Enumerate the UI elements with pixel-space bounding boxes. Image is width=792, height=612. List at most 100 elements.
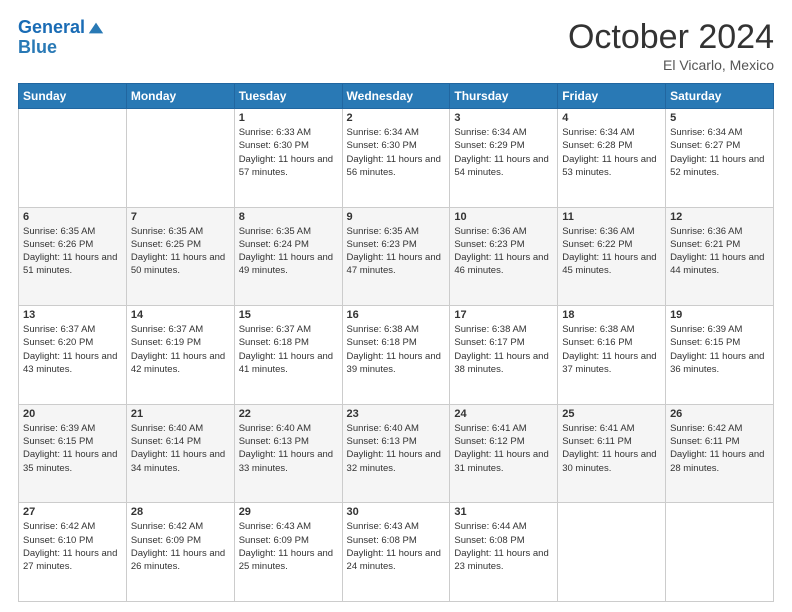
location: El Vicarlo, Mexico xyxy=(568,57,774,73)
calendar-week-1: 1 Sunrise: 6:33 AMSunset: 6:30 PMDaylight… xyxy=(19,109,774,208)
logo-text: General xyxy=(18,18,85,38)
weekday-header-sunday: Sunday xyxy=(19,84,127,109)
day-info: Sunrise: 6:42 AMSunset: 6:10 PMDaylight:… xyxy=(23,520,122,573)
month-title: October 2024 xyxy=(568,18,774,57)
weekday-header-friday: Friday xyxy=(558,84,666,109)
day-number: 20 xyxy=(23,408,122,420)
calendar-cell: 14 Sunrise: 6:37 AMSunset: 6:19 PMDayligh… xyxy=(126,306,234,405)
calendar-cell: 9 Sunrise: 6:35 AMSunset: 6:23 PMDaylight… xyxy=(342,207,450,306)
calendar-week-3: 13Sunrise: 6:37 AMSunset: 6:20 PMDayligh… xyxy=(19,306,774,405)
calendar-cell: 15 Sunrise: 6:37 AMSunset: 6:18 PMDayligh… xyxy=(234,306,342,405)
day-number: 14 xyxy=(131,309,230,321)
day-number: 12 xyxy=(670,211,769,223)
day-info: Sunrise: 6:40 AMSunset: 6:13 PMDaylight:… xyxy=(239,422,338,475)
calendar-week-4: 20Sunrise: 6:39 AMSunset: 6:15 PMDayligh… xyxy=(19,404,774,503)
day-info: Sunrise: 6:34 AMSunset: 6:30 PMDaylight:… xyxy=(347,126,446,179)
calendar-header-row: SundayMondayTuesdayWednesdayThursdayFrid… xyxy=(19,84,774,109)
title-block: October 2024 El Vicarlo, Mexico xyxy=(568,18,774,73)
day-info: Sunrise: 6:44 AMSunset: 6:08 PMDaylight:… xyxy=(454,520,553,573)
day-info: Sunrise: 6:38 AMSunset: 6:16 PMDaylight:… xyxy=(562,323,661,376)
calendar-cell: 20Sunrise: 6:39 AMSunset: 6:15 PMDayligh… xyxy=(19,404,127,503)
day-info: Sunrise: 6:37 AMSunset: 6:18 PMDaylight:… xyxy=(239,323,338,376)
calendar-cell xyxy=(558,503,666,602)
day-info: Sunrise: 6:33 AMSunset: 6:30 PMDaylight:… xyxy=(239,126,338,179)
weekday-header-tuesday: Tuesday xyxy=(234,84,342,109)
calendar-cell: 28 Sunrise: 6:42 AMSunset: 6:09 PMDayligh… xyxy=(126,503,234,602)
calendar-cell: 12 Sunrise: 6:36 AMSunset: 6:21 PMDayligh… xyxy=(666,207,774,306)
day-number: 18 xyxy=(562,309,661,321)
day-info: Sunrise: 6:42 AMSunset: 6:09 PMDaylight:… xyxy=(131,520,230,573)
day-number: 15 xyxy=(239,309,338,321)
calendar-cell xyxy=(666,503,774,602)
weekday-header-thursday: Thursday xyxy=(450,84,558,109)
day-info: Sunrise: 6:36 AMSunset: 6:21 PMDaylight:… xyxy=(670,225,769,278)
day-number: 7 xyxy=(131,211,230,223)
day-info: Sunrise: 6:36 AMSunset: 6:23 PMDaylight:… xyxy=(454,225,553,278)
day-info: Sunrise: 6:41 AMSunset: 6:12 PMDaylight:… xyxy=(454,422,553,475)
day-number: 25 xyxy=(562,408,661,420)
day-number: 10 xyxy=(454,211,553,223)
day-number: 3 xyxy=(454,112,553,124)
day-number: 30 xyxy=(347,506,446,518)
day-number: 4 xyxy=(562,112,661,124)
day-number: 9 xyxy=(347,211,446,223)
day-number: 2 xyxy=(347,112,446,124)
calendar-table: SundayMondayTuesdayWednesdayThursdayFrid… xyxy=(18,83,774,602)
calendar-cell: 13Sunrise: 6:37 AMSunset: 6:20 PMDayligh… xyxy=(19,306,127,405)
day-number: 1 xyxy=(239,112,338,124)
day-number: 23 xyxy=(347,408,446,420)
calendar-cell: 30 Sunrise: 6:43 AMSunset: 6:08 PMDayligh… xyxy=(342,503,450,602)
day-info: Sunrise: 6:37 AMSunset: 6:19 PMDaylight:… xyxy=(131,323,230,376)
day-info: Sunrise: 6:37 AMSunset: 6:20 PMDaylight:… xyxy=(23,323,122,376)
day-info: Sunrise: 6:41 AMSunset: 6:11 PMDaylight:… xyxy=(562,422,661,475)
day-number: 26 xyxy=(670,408,769,420)
day-number: 16 xyxy=(347,309,446,321)
day-info: Sunrise: 6:40 AMSunset: 6:13 PMDaylight:… xyxy=(347,422,446,475)
day-number: 27 xyxy=(23,506,122,518)
calendar-cell: 17 Sunrise: 6:38 AMSunset: 6:17 PMDayligh… xyxy=(450,306,558,405)
day-number: 17 xyxy=(454,309,553,321)
day-info: Sunrise: 6:34 AMSunset: 6:28 PMDaylight:… xyxy=(562,126,661,179)
logo-text-blue: Blue xyxy=(18,38,105,58)
calendar-week-5: 27 Sunrise: 6:42 AMSunset: 6:10 PMDayligh… xyxy=(19,503,774,602)
day-info: Sunrise: 6:35 AMSunset: 6:24 PMDaylight:… xyxy=(239,225,338,278)
calendar-cell: 29 Sunrise: 6:43 AMSunset: 6:09 PMDayligh… xyxy=(234,503,342,602)
day-number: 21 xyxy=(131,408,230,420)
calendar-cell: 22 Sunrise: 6:40 AMSunset: 6:13 PMDayligh… xyxy=(234,404,342,503)
calendar-cell: 26 Sunrise: 6:42 AMSunset: 6:11 PMDayligh… xyxy=(666,404,774,503)
day-info: Sunrise: 6:38 AMSunset: 6:17 PMDaylight:… xyxy=(454,323,553,376)
calendar-cell xyxy=(126,109,234,208)
logo: General Blue xyxy=(18,18,105,58)
calendar-cell: 8 Sunrise: 6:35 AMSunset: 6:24 PMDaylight… xyxy=(234,207,342,306)
calendar-cell: 25 Sunrise: 6:41 AMSunset: 6:11 PMDayligh… xyxy=(558,404,666,503)
day-info: Sunrise: 6:34 AMSunset: 6:29 PMDaylight:… xyxy=(454,126,553,179)
day-number: 22 xyxy=(239,408,338,420)
weekday-header-wednesday: Wednesday xyxy=(342,84,450,109)
day-info: Sunrise: 6:42 AMSunset: 6:11 PMDaylight:… xyxy=(670,422,769,475)
day-info: Sunrise: 6:35 AMSunset: 6:26 PMDaylight:… xyxy=(23,225,122,278)
logo-icon xyxy=(87,19,105,37)
day-info: Sunrise: 6:39 AMSunset: 6:15 PMDaylight:… xyxy=(670,323,769,376)
calendar-cell: 2 Sunrise: 6:34 AMSunset: 6:30 PMDaylight… xyxy=(342,109,450,208)
day-info: Sunrise: 6:43 AMSunset: 6:09 PMDaylight:… xyxy=(239,520,338,573)
day-info: Sunrise: 6:36 AMSunset: 6:22 PMDaylight:… xyxy=(562,225,661,278)
day-number: 31 xyxy=(454,506,553,518)
day-info: Sunrise: 6:43 AMSunset: 6:08 PMDaylight:… xyxy=(347,520,446,573)
day-number: 6 xyxy=(23,211,122,223)
calendar-cell: 31 Sunrise: 6:44 AMSunset: 6:08 PMDayligh… xyxy=(450,503,558,602)
calendar-cell: 10 Sunrise: 6:36 AMSunset: 6:23 PMDayligh… xyxy=(450,207,558,306)
day-number: 28 xyxy=(131,506,230,518)
day-number: 8 xyxy=(239,211,338,223)
day-info: Sunrise: 6:38 AMSunset: 6:18 PMDaylight:… xyxy=(347,323,446,376)
calendar-cell: 18 Sunrise: 6:38 AMSunset: 6:16 PMDayligh… xyxy=(558,306,666,405)
calendar-cell xyxy=(19,109,127,208)
page: General Blue October 2024 El Vicarlo, Me… xyxy=(0,0,792,612)
calendar-cell: 11Sunrise: 6:36 AMSunset: 6:22 PMDayligh… xyxy=(558,207,666,306)
day-info: Sunrise: 6:35 AMSunset: 6:23 PMDaylight:… xyxy=(347,225,446,278)
header: General Blue October 2024 El Vicarlo, Me… xyxy=(18,18,774,73)
calendar-cell: 3 Sunrise: 6:34 AMSunset: 6:29 PMDaylight… xyxy=(450,109,558,208)
day-number: 29 xyxy=(239,506,338,518)
calendar-cell: 21Sunrise: 6:40 AMSunset: 6:14 PMDayligh… xyxy=(126,404,234,503)
day-info: Sunrise: 6:35 AMSunset: 6:25 PMDaylight:… xyxy=(131,225,230,278)
day-number: 24 xyxy=(454,408,553,420)
